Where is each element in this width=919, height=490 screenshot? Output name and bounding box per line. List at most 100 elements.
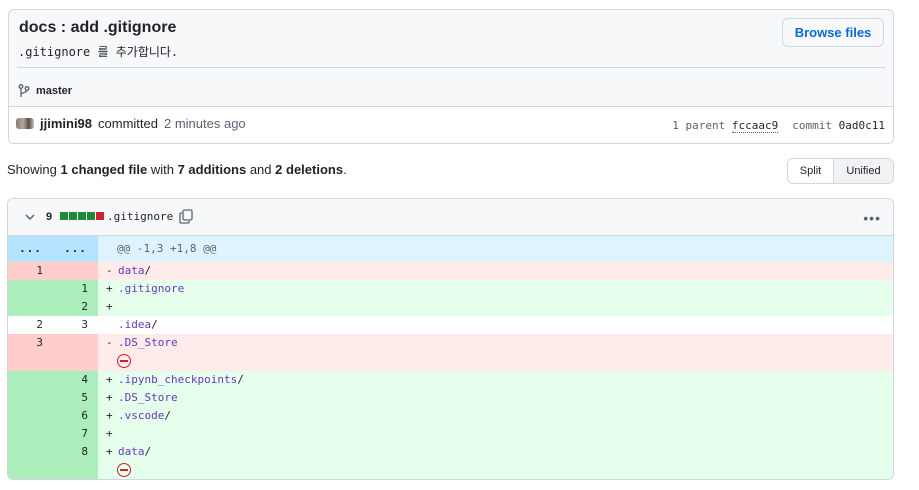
diff-view-toggle: Split Unified: [787, 158, 894, 184]
diff-sign: [106, 316, 118, 334]
diff-line: 7 +: [8, 425, 893, 443]
line-text: .DS_Store: [118, 336, 178, 349]
line-text-slash: /: [237, 373, 244, 386]
line-code: - .DS_Store: [98, 334, 893, 352]
line-code: +: [98, 298, 893, 316]
new-line-number[interactable]: 3: [53, 316, 98, 334]
new-line-number[interactable]: 5: [53, 389, 98, 407]
old-line-number[interactable]: [8, 443, 53, 461]
line-text-slash: /: [151, 318, 158, 331]
new-line-number[interactable]: 6: [53, 407, 98, 425]
author-name[interactable]: jjimini98: [40, 116, 92, 131]
diff-line: 3 - .DS_Store: [8, 334, 893, 352]
diffstat-square: [78, 212, 86, 220]
line-text-slash: /: [144, 264, 152, 277]
commit-sha: 0ad0c11: [838, 119, 885, 132]
file-changes-count: 9: [46, 211, 53, 223]
new-line-number[interactable]: 8: [53, 443, 98, 461]
new-line-number[interactable]: [53, 262, 98, 280]
parent-sha-link[interactable]: fccaac9: [731, 119, 779, 133]
expand-down-button[interactable]: ...: [53, 236, 98, 262]
diff-body: ... ... @@ -1,3 +1,8 @@ 1- data/1 + .gitign…: [8, 236, 893, 479]
new-line-number[interactable]: 7: [53, 425, 98, 443]
diff-sign: -: [106, 264, 113, 277]
old-line-number[interactable]: 1: [8, 262, 53, 280]
diff-sign: +: [106, 445, 113, 458]
summary-deletions: 2 deletions: [275, 162, 344, 177]
line-code: + .gitignore: [98, 280, 893, 298]
new-line-number[interactable]: [53, 334, 98, 352]
old-line-number[interactable]: 3: [8, 334, 53, 352]
file-header: 9 .gitignore •••: [8, 199, 893, 236]
chevron-down-icon[interactable]: [24, 212, 36, 222]
browse-files-button[interactable]: Browse files: [782, 18, 884, 47]
line-code: + .ipynb_checkpoints/: [98, 371, 893, 389]
diff-line: 6 + .vscode/: [8, 407, 893, 425]
line-code: + .DS_Store: [98, 389, 893, 407]
line-code: - data/: [98, 262, 893, 280]
copy-icon[interactable]: [179, 209, 193, 224]
hunk-row: ... ... @@ -1,3 +1,8 @@: [8, 236, 893, 262]
diff-sign: +: [106, 409, 113, 422]
no-newline-icon: [117, 354, 131, 368]
diff-line: 1 - data/: [8, 262, 893, 280]
old-line-number[interactable]: 2: [8, 316, 53, 334]
branch-label[interactable]: master: [18, 84, 72, 98]
line-text: data: [118, 445, 145, 458]
expand-up-button[interactable]: ...: [8, 236, 53, 262]
commit-description: .gitignore 를 추가합니다.: [18, 45, 179, 59]
old-line-number[interactable]: [8, 280, 53, 298]
kebab-menu-icon[interactable]: •••: [863, 210, 881, 226]
line-text: data: [118, 264, 145, 277]
new-line-number[interactable]: 4: [53, 371, 98, 389]
summary-prefix: Showing: [7, 162, 57, 177]
old-line-number[interactable]: [8, 389, 53, 407]
new-line-number[interactable]: 1: [53, 280, 98, 298]
diff-sign: +: [106, 282, 113, 295]
no-newline-row: [8, 352, 893, 371]
line-text: .ipynb_checkpoints: [118, 373, 238, 386]
diffstat-square: [96, 212, 104, 220]
diff-line: 23 .idea/: [8, 316, 893, 334]
line-text: .idea: [118, 318, 152, 331]
line-code: +: [98, 425, 893, 443]
diffstat-square: [69, 212, 77, 220]
line-text-slash: /: [164, 409, 171, 422]
line-text: .gitignore: [118, 282, 185, 295]
old-line-number[interactable]: [8, 298, 53, 316]
new-line-number[interactable]: 2: [53, 298, 98, 316]
diff-sign: +: [106, 427, 113, 440]
diff-summary: Showing 1 changed file with 7 additions …: [7, 162, 347, 177]
diff-line: 4 + .ipynb_checkpoints/: [8, 371, 893, 389]
line-code: [98, 352, 893, 371]
diffstat: [60, 212, 104, 220]
diff-sign: -: [106, 336, 113, 349]
old-line-number[interactable]: [8, 371, 53, 389]
line-code: .idea/: [98, 316, 893, 334]
commit-head: docs : add .gitignore .gitignore 를 추가합니다…: [9, 10, 893, 107]
commit-action: committed: [98, 116, 158, 131]
summary-suffix: .: [343, 162, 347, 177]
unified-view-button[interactable]: Unified: [834, 159, 893, 183]
hunk-header: @@ -1,3 +1,8 @@: [98, 236, 893, 262]
branch-name: master: [36, 85, 73, 97]
old-line-number[interactable]: [8, 425, 53, 443]
line-text: .DS_Store: [118, 391, 178, 404]
line-text: .vscode: [118, 409, 165, 422]
commit-title: docs : add .gitignore: [19, 19, 177, 36]
sha-info: 1 parent fccaac9 commit 0ad0c11: [672, 119, 885, 133]
diffstat-square: [87, 212, 95, 220]
commit-header-card: docs : add .gitignore .gitignore 를 추가합니다…: [8, 9, 894, 144]
no-newline-icon: [117, 463, 131, 477]
split-view-button[interactable]: Split: [788, 159, 834, 183]
no-newline-row: [8, 461, 893, 479]
diffstat-square: [60, 212, 68, 220]
old-line-number[interactable]: [8, 407, 53, 425]
avatar[interactable]: [16, 118, 34, 129]
diff-line: 5 + .DS_Store: [8, 389, 893, 407]
diff-line: 1 + .gitignore: [8, 280, 893, 298]
commit-time: 2 minutes ago: [164, 116, 246, 131]
commit-label: commit: [792, 119, 833, 132]
file-name-link[interactable]: .gitignore: [107, 210, 173, 223]
diff-sign: +: [106, 391, 113, 404]
